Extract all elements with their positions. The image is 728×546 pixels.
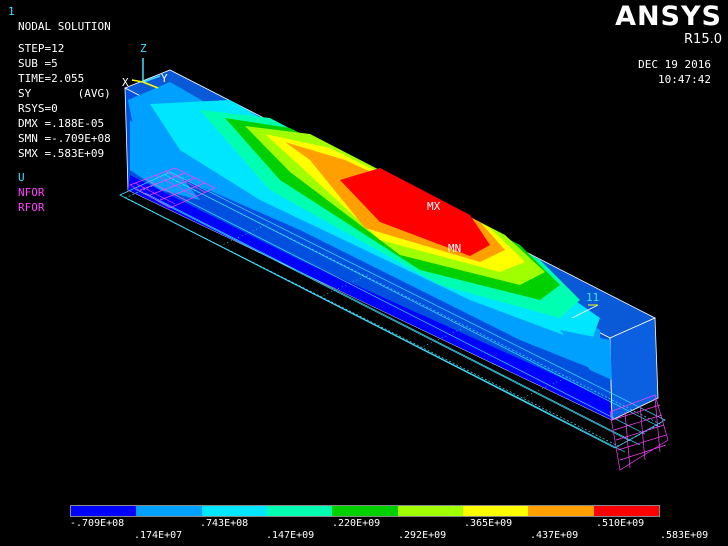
colorbar-band-9 bbox=[593, 506, 659, 516]
colorbar-tick-top-1: -.709E+08 bbox=[70, 518, 125, 529]
colorbar-tick-top-5: .510E+09 bbox=[596, 518, 645, 529]
colorbar-band-1 bbox=[71, 506, 137, 516]
colorbar-band-3 bbox=[201, 506, 267, 516]
node-label: 11 bbox=[586, 291, 599, 304]
axis-y-label: Y bbox=[161, 72, 168, 85]
axis-z-label: Z bbox=[140, 42, 147, 55]
axis-x-label: X bbox=[122, 76, 129, 89]
min-marker: MN bbox=[448, 242, 461, 255]
colorbar-tick-bottom-3: .292E+09 bbox=[398, 530, 447, 541]
colorbar-tick-bottom-1: .174E+07 bbox=[134, 530, 183, 541]
colorbar-band-7 bbox=[462, 506, 529, 516]
colorbar-band-8 bbox=[528, 506, 594, 516]
colorbar-band-5 bbox=[332, 506, 398, 516]
colorbar-tick-top-3: .220E+09 bbox=[332, 518, 381, 529]
colorbar-tick-bottom-5: .583E+09 bbox=[660, 530, 709, 541]
max-marker: MX bbox=[427, 200, 441, 213]
colorbar-band-6 bbox=[397, 506, 463, 516]
colorbar-tick-top-4: .365E+09 bbox=[464, 518, 513, 529]
colorbar-tick-bottom-4: .437E+09 bbox=[530, 530, 579, 541]
colorbar-tick-top-2: .743E+08 bbox=[200, 518, 249, 529]
colorbar-band-4 bbox=[266, 506, 333, 516]
model-viewport[interactable]: Z X Y MX MN 11 bbox=[0, 0, 728, 500]
axis-triad: Z X Y bbox=[122, 42, 168, 89]
colorbar-tick-bottom-2: .147E+09 bbox=[266, 530, 315, 541]
stress-contour-bands bbox=[128, 82, 612, 420]
contour-colorbar bbox=[70, 505, 660, 517]
colorbar-band-2 bbox=[136, 506, 202, 516]
